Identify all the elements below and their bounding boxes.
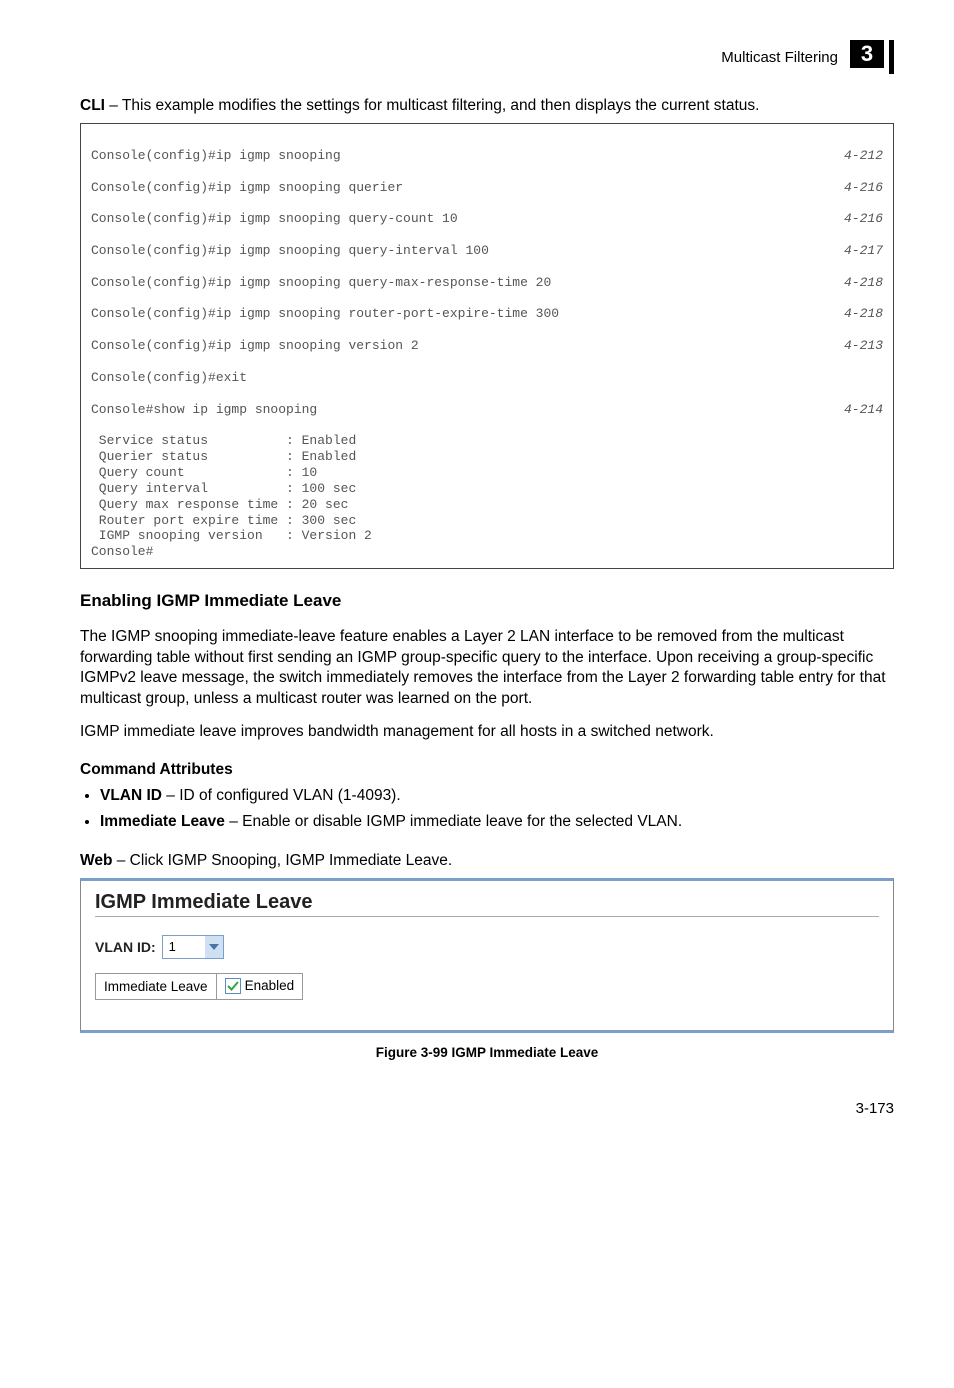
vlan-id-label: VLAN ID:: [95, 939, 156, 955]
header-title: Multicast Filtering: [721, 49, 838, 66]
attr-desc: – ID of configured VLAN (1-4093).: [162, 787, 401, 804]
command-attributes-heading: Command Attributes: [80, 761, 894, 779]
code-output: Query interval : 100 sec: [91, 481, 356, 496]
divider: [95, 916, 879, 917]
code-ref: 4-218: [824, 275, 883, 291]
list-item: VLAN ID – ID of configured VLAN (1-4093)…: [100, 785, 894, 807]
section-body-1: The IGMP snooping immediate-leave featur…: [80, 627, 894, 711]
section-heading: Enabling IGMP Immediate Leave: [80, 591, 894, 611]
attributes-list: VLAN ID – ID of configured VLAN (1-4093)…: [80, 785, 894, 832]
immediate-leave-cell: Enabled: [216, 973, 303, 999]
code-ref: 4-212: [824, 148, 883, 164]
web-label: Web: [80, 852, 112, 869]
code-output: Query max response time : 20 sec: [91, 497, 348, 512]
vlan-id-select[interactable]: 1: [162, 935, 224, 959]
table-row: Immediate Leave Enabled: [96, 973, 303, 999]
code-ref: 4-217: [824, 243, 883, 259]
code-output: IGMP snooping version : Version 2: [91, 528, 372, 543]
code-output: Router port expire time : 300 sec: [91, 513, 356, 528]
web-text: – Click IGMP Snooping, IGMP Immediate Le…: [112, 852, 452, 869]
code-ref: 4-216: [824, 211, 883, 227]
code-ref: 4-214: [824, 402, 883, 418]
code-block: Console(config)#ip igmp snooping 4-212 Co…: [80, 123, 894, 569]
code-cmd: Console(config)#ip igmp snooping: [91, 148, 341, 164]
code-output: Console#: [91, 544, 153, 559]
code-cmd: Console(config)#ip igmp snooping querier: [91, 180, 403, 196]
intro-text: – This example modifies the settings for…: [105, 97, 759, 114]
checkbox-icon: [225, 978, 241, 994]
page-header: Multicast Filtering 3: [80, 40, 894, 74]
figure-caption: Figure 3-99 IGMP Immediate Leave: [80, 1045, 894, 1060]
code-cmd: Console(config)#ip igmp snooping router-…: [91, 306, 559, 322]
screenshot-panel: IGMP Immediate Leave VLAN ID: 1 Immediat…: [80, 878, 894, 1033]
footer-page-number: 3-173: [80, 1100, 894, 1117]
attr-name: VLAN ID: [100, 787, 162, 804]
cli-label: CLI: [80, 97, 105, 114]
code-ref: [863, 370, 883, 386]
immediate-leave-label: Immediate Leave: [96, 973, 217, 999]
attr-desc: – Enable or disable IGMP immediate leave…: [225, 813, 682, 830]
code-cmd: Console(config)#ip igmp snooping query-c…: [91, 211, 458, 227]
checkbox-label: Enabled: [245, 978, 295, 993]
enabled-checkbox[interactable]: Enabled: [225, 978, 295, 994]
section-body-2: IGMP immediate leave improves bandwidth …: [80, 722, 894, 743]
code-ref: 4-218: [824, 306, 883, 322]
vlan-id-value: 1: [169, 939, 176, 954]
code-cmd: Console#show ip igmp snooping: [91, 402, 317, 418]
web-paragraph: Web – Click IGMP Snooping, IGMP Immediat…: [80, 851, 894, 872]
code-cmd: Console(config)#ip igmp snooping query-m…: [91, 275, 551, 291]
vlan-row: VLAN ID: 1: [95, 935, 879, 959]
code-output: Query count : 10: [91, 465, 317, 480]
screenshot-title: IGMP Immediate Leave: [95, 891, 879, 914]
page-number-badge: 3: [850, 40, 894, 74]
list-item: Immediate Leave – Enable or disable IGMP…: [100, 811, 894, 833]
code-output: Querier status : Enabled: [91, 449, 356, 464]
code-cmd: Console(config)#exit: [91, 370, 247, 386]
code-ref: 4-213: [824, 338, 883, 354]
code-cmd: Console(config)#ip igmp snooping query-i…: [91, 243, 489, 259]
code-ref: 4-216: [824, 180, 883, 196]
code-output: Service status : Enabled: [91, 433, 356, 448]
chevron-down-icon: [205, 936, 223, 958]
code-cmd: Console(config)#ip igmp snooping version…: [91, 338, 419, 354]
intro-paragraph: CLI – This example modifies the settings…: [80, 96, 894, 117]
attr-name: Immediate Leave: [100, 813, 225, 830]
page-number: 3: [850, 40, 884, 68]
immediate-leave-table: Immediate Leave Enabled: [95, 973, 303, 1000]
